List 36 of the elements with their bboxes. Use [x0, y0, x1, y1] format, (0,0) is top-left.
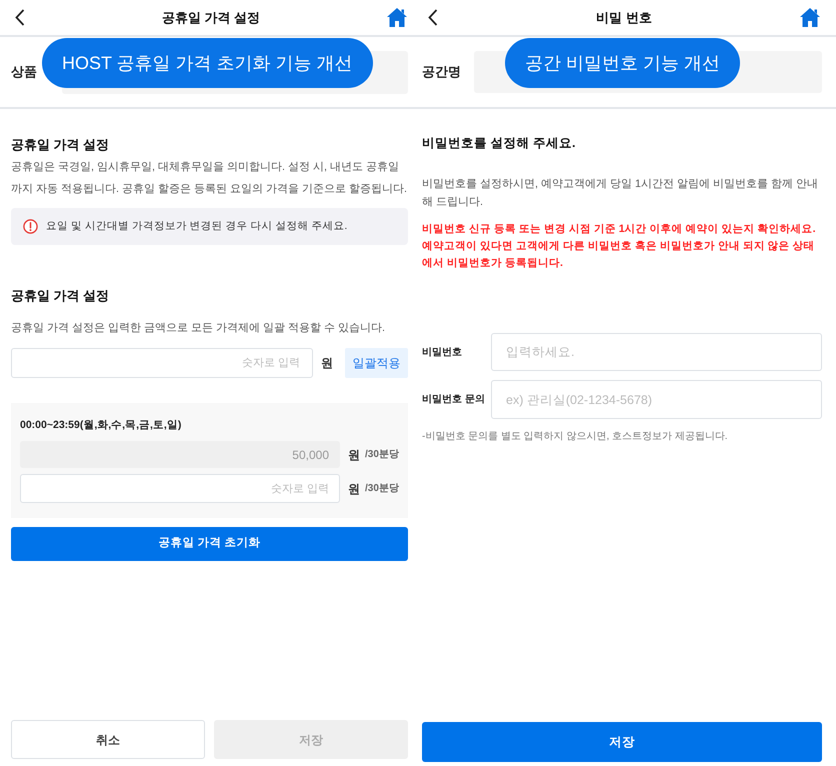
section-description: 비밀번호를 설정하시면, 예약고객에게 당일 1시간전 알림에 비밀번호를 함께 안내해 드립니다.: [422, 177, 820, 210]
hint-text: -비밀번호 문의를 별도 입력하지 않으시면, 호스트정보가 제공됩니다.: [422, 430, 728, 444]
alert-text: 요일 및 시간대별 가격정보가 변경된 경우 다시 설정해 주세요.: [46, 218, 348, 234]
back-icon[interactable]: [15, 9, 25, 26]
section-heading: 비밀번호를 설정해 주세요.: [422, 135, 576, 152]
home-icon[interactable]: [387, 8, 407, 27]
unit-label: 원: [321, 355, 333, 372]
text-input[interactable]: ex) 관리실(02-1234-5678): [491, 380, 822, 419]
field-label: 비밀번호 문의: [422, 393, 486, 407]
section-heading: 공휴일 가격 설정: [11, 136, 110, 154]
per-unit-label: /30분당: [365, 482, 399, 496]
time-slot-label: 00:00~23:59(월,화,수,목,금,토,일): [20, 418, 182, 433]
per-unit-label: /30분당: [365, 448, 399, 462]
field-label: 비밀번호: [422, 346, 463, 360]
warning-icon: [23, 219, 38, 234]
price-input[interactable]: 숫자로 입력: [20, 474, 340, 503]
reset-button[interactable]: 공휴일 가격 초기화: [11, 527, 408, 561]
bulk-apply-button[interactable]: 일괄적용: [345, 348, 408, 378]
save-button[interactable]: 저장: [422, 722, 822, 762]
name-label: 상품: [11, 63, 38, 82]
section-heading: 공휴일 가격 설정: [11, 287, 110, 305]
name-label: 공간명: [422, 63, 462, 82]
section-description: 공휴일 가격 설정은 입력한 금액으로 모든 가격제에 일괄 적용할 수 있습니다.: [11, 321, 386, 336]
unit-label: 원: [348, 446, 360, 464]
callout-tooltip: 공간 비밀번호 기능 개선: [505, 38, 740, 88]
home-icon[interactable]: [800, 8, 820, 27]
screen-title: 공휴일 가격 설정: [162, 8, 260, 26]
text-input[interactable]: 입력하세요.: [491, 333, 822, 371]
warning-text: 비밀번호 신규 등록 또는 변경 시점 기준 1시간 이후에 예약이 있는지 확인하세요. 예약고객이 있다면 고객에게 다른 비밀번호 혹은 비밀번호가 안내 되지 않은 상태에서 비밀번호가 등록됩니다.: [422, 222, 817, 271]
price-input[interactable]: 숫자로 입력: [11, 348, 313, 378]
back-icon[interactable]: [428, 9, 438, 26]
cancel-button[interactable]: 취소: [11, 720, 205, 759]
callout-tooltip: HOST 공휴일 가격 초기화 기능 개선: [42, 38, 373, 88]
screen-title: 비밀 번호: [596, 8, 652, 26]
unit-label: 원: [348, 480, 360, 498]
section-description: 공휴일은 국경일, 임시휴무일, 대체휴무일을 의미합니다. 설정 시, 내년도 공휴일까지 자동 적용됩니다. 공휴일 할증은 등록된 요일의 가격을 기준으로 할증됩니다.: [11, 160, 408, 197]
